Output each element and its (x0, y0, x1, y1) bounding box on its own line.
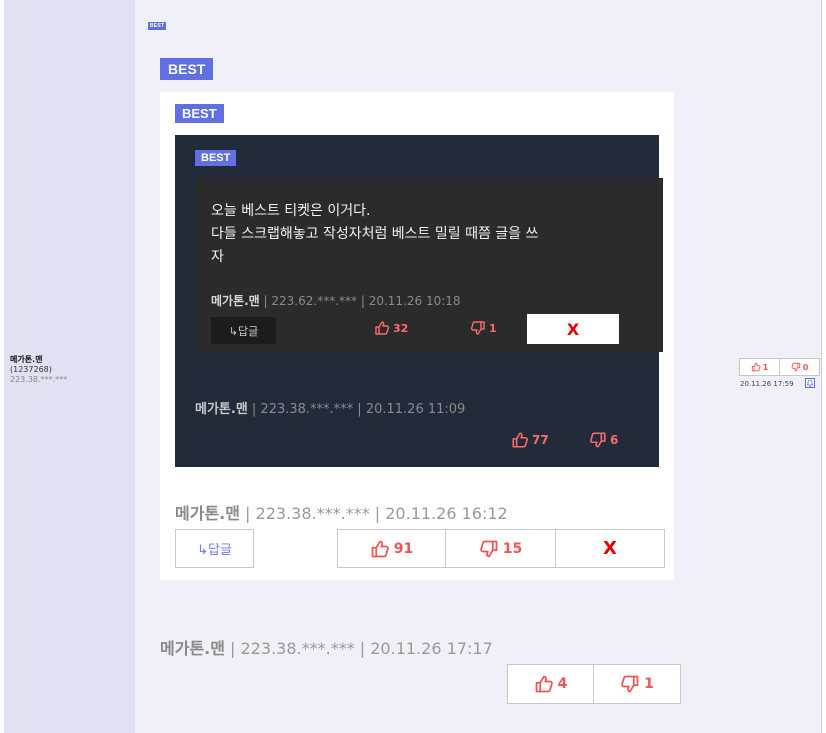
mini-downvote-button[interactable]: 0 (779, 359, 819, 375)
comment-text-line: 오늘 베스트 티켓은 이거다. (211, 203, 371, 219)
comment-vote-summary: 1 0 (739, 358, 820, 376)
best-badge-level1: BEST (160, 58, 214, 80)
comment-meta-level3: 메가톤.맨 | 223.62.***.*** | 20.11.26 10:18 (211, 292, 461, 309)
downvote-count: 1 (644, 676, 654, 692)
thumbs-down-icon (791, 362, 801, 372)
comment-meta-text: | 223.38.***.*** | 20.11.26 17:17 (224, 639, 493, 658)
mini-upvote-count: 1 (762, 362, 769, 372)
bell-icon (806, 379, 814, 387)
close-x-button-level1[interactable]: X (555, 529, 665, 568)
upvote-button-main[interactable]: 4 (507, 664, 594, 704)
mini-upvote-button[interactable]: 1 (740, 359, 779, 375)
comment-timestamp: 20.11.26 17:59 (740, 380, 794, 388)
comment-meta-level2: 메가톤.맨 | 223.38.***.*** | 20.11.26 11:09 (195, 398, 465, 417)
thumbs-up-icon (751, 362, 761, 372)
comment-text-line: 다들 스크랩해놓고 작성자처럼 베스트 밀릴 때쯤 글을 쓰 (211, 226, 539, 242)
thumbs-up-icon (534, 674, 554, 694)
upvote-button-level3[interactable]: 32 (374, 320, 408, 336)
comment-text-line: 자 (211, 249, 224, 265)
downvote-count: 15 (502, 540, 523, 557)
reply-button-level3[interactable]: ↳답글 (211, 317, 276, 344)
best-badge-level2: BEST (175, 104, 224, 123)
comment-author[interactable]: 메가톤.맨 (195, 402, 248, 417)
author-user-id: (1237268) (10, 365, 52, 374)
comment-meta-text: | 223.38.***.*** | 20.11.26 16:12 (239, 504, 508, 523)
author-nickname[interactable]: 메가톤.맨 (10, 355, 67, 365)
comment-meta-main: 메가톤.맨 | 223.38.***.*** | 20.11.26 17:17 (160, 635, 493, 659)
thumbs-down-icon (620, 674, 640, 694)
comment-author[interactable]: 메가톤.맨 (160, 639, 225, 658)
comment-author[interactable]: 메가톤.맨 (175, 504, 240, 523)
author-ip: 223.38.***.*** (10, 375, 68, 384)
mini-downvote-count: 0 (802, 362, 809, 372)
upvote-count: 32 (393, 321, 409, 335)
downvote-button-level3[interactable]: 1 (470, 320, 497, 336)
downvote-button-level1[interactable]: 15 (445, 529, 556, 568)
comment-author[interactable]: 메가톤.맨 (211, 294, 260, 308)
thumbs-up-icon (370, 539, 390, 559)
comment-meta-text: | 223.62.***.*** | 20.11.26 10:18 (259, 294, 461, 308)
thumbs-down-icon (470, 320, 486, 336)
quoted-comment-text: 오늘 베스트 티켓은 이거다. 다들 스크랩해놓고 작성자처럼 베스트 밀릴 때… (211, 200, 631, 269)
close-x-button-level3[interactable]: X (527, 314, 619, 344)
downvote-button-level2[interactable]: 6 (589, 431, 618, 449)
upvote-count: 4 (557, 676, 568, 692)
thumbs-down-icon (479, 539, 499, 559)
comment-meta-text: | 223.38.***.*** | 20.11.26 11:09 (247, 402, 466, 417)
thumbs-up-icon (511, 431, 529, 449)
author-info: 메가톤.맨 (1237268) 223.38.***.*** (10, 355, 67, 385)
thumbs-down-icon (589, 431, 607, 449)
reply-button-level1[interactable]: ↳답글 (175, 529, 254, 568)
upvote-button-level2[interactable]: 77 (511, 431, 549, 449)
best-badge-outer: BEST (148, 22, 167, 30)
action-row-level1: ↳답글 91 15 X (175, 529, 665, 568)
best-badge-level3: BEST (195, 150, 237, 166)
report-button[interactable] (805, 378, 815, 388)
downvote-count: 1 (489, 321, 497, 335)
upvote-count: 91 (393, 540, 414, 557)
comment-meta-level1: 메가톤.맨 | 223.38.***.*** | 20.11.26 16:12 (175, 500, 508, 524)
thumbs-up-icon (374, 320, 390, 336)
upvote-count: 77 (532, 433, 549, 447)
downvote-button-main[interactable]: 1 (593, 664, 681, 704)
action-row-main: 4 1 (507, 664, 681, 704)
upvote-button-level1[interactable]: 91 (337, 529, 446, 568)
downvote-count: 6 (610, 433, 619, 447)
